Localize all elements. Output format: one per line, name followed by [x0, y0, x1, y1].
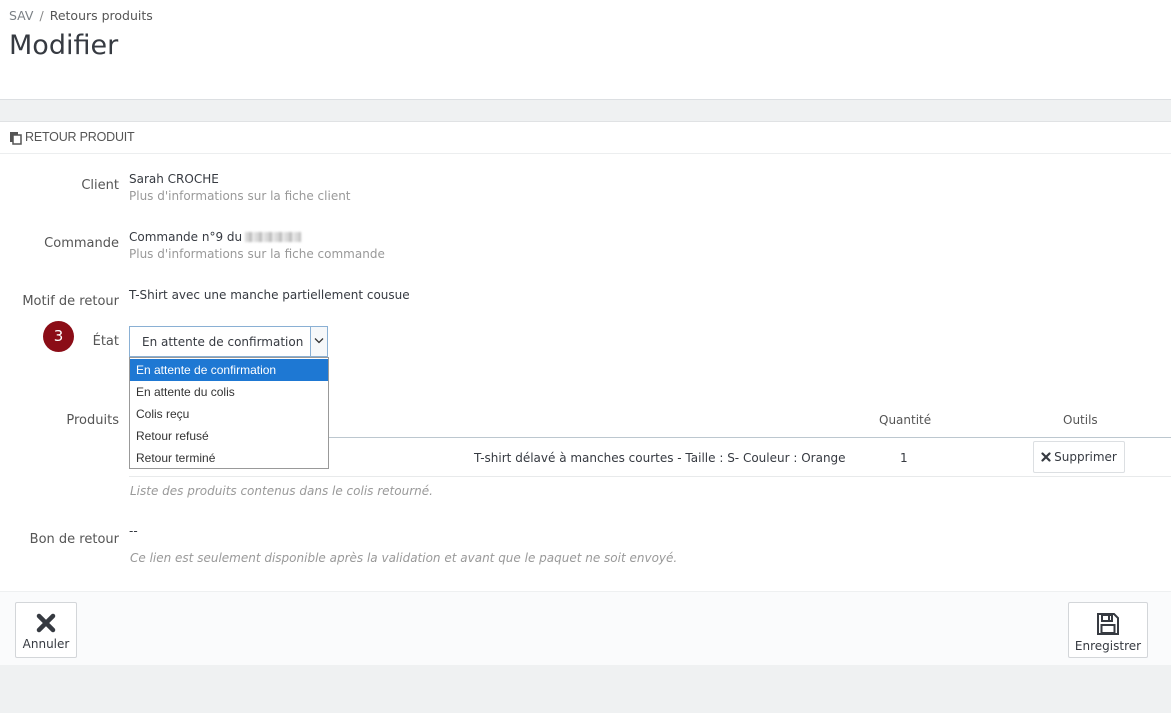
- client-name: Sarah CROCHE: [129, 172, 219, 186]
- return-slip-value: --: [129, 524, 138, 538]
- products-label: Produits: [66, 413, 119, 428]
- reason-label: Motif de retour: [22, 294, 119, 309]
- status-option[interactable]: En attente de confirmation: [130, 359, 328, 381]
- status-selected-value: En attente de confirmation: [142, 335, 304, 349]
- table-bottom-divider: [129, 476, 1171, 477]
- order-number: Commande n°9 du: [129, 230, 243, 244]
- delete-button-label: Supprimer: [1054, 450, 1117, 464]
- redacted-date: [245, 232, 302, 242]
- status-option[interactable]: En attente du colis: [130, 381, 328, 403]
- reason-value: T-Shirt avec une manche partiellement co…: [129, 288, 410, 302]
- delete-product-button[interactable]: Supprimer: [1033, 441, 1125, 473]
- status-label: État: [92, 334, 119, 349]
- breadcrumb-separator: /: [39, 8, 44, 23]
- status-select-toggle[interactable]: [310, 327, 327, 356]
- products-help-text: Liste des produits contenus dans le coli…: [130, 484, 433, 498]
- product-quantity: 1: [900, 451, 908, 465]
- tools-column-header: Outils: [1063, 413, 1098, 427]
- client-label: Client: [81, 178, 119, 193]
- times-icon: [1041, 452, 1051, 462]
- client-info-link[interactable]: Plus d'informations sur la fiche client: [129, 189, 351, 203]
- step-badge: 3: [43, 321, 74, 352]
- copy-icon: [10, 132, 22, 145]
- status-dropdown-list: En attente de confirmation En attente du…: [129, 357, 329, 469]
- quantity-column-header: Quantité: [879, 413, 932, 427]
- status-option[interactable]: Colis reçu: [130, 403, 328, 425]
- order-label: Commande: [44, 236, 119, 251]
- return-slip-help-text: Ce lien est seulement disponible après l…: [130, 551, 678, 565]
- order-value: Commande n°9 du: [129, 230, 302, 244]
- panel-heading: RETOUR PRODUIT: [0, 122, 1171, 154]
- order-info-link[interactable]: Plus d'informations sur la fiche command…: [129, 247, 385, 261]
- product-name: T-shirt délavé à manches courtes - Taill…: [474, 451, 846, 465]
- status-option[interactable]: Retour refusé: [130, 425, 328, 447]
- breadcrumb: SAV / Retours produits: [9, 8, 153, 23]
- breadcrumb-root[interactable]: SAV: [9, 8, 33, 23]
- status-option[interactable]: Retour terminé: [130, 447, 328, 469]
- return-slip-label: Bon de retour: [29, 532, 119, 547]
- status-select[interactable]: En attente de confirmation: [129, 326, 328, 357]
- breadcrumb-current: Retours produits: [49, 8, 153, 23]
- chevron-down-icon: [314, 338, 324, 344]
- page-title: Modifier: [9, 30, 119, 61]
- panel-title: RETOUR PRODUIT: [25, 130, 135, 144]
- page-header: SAV / Retours produits Modifier: [0, 0, 1171, 100]
